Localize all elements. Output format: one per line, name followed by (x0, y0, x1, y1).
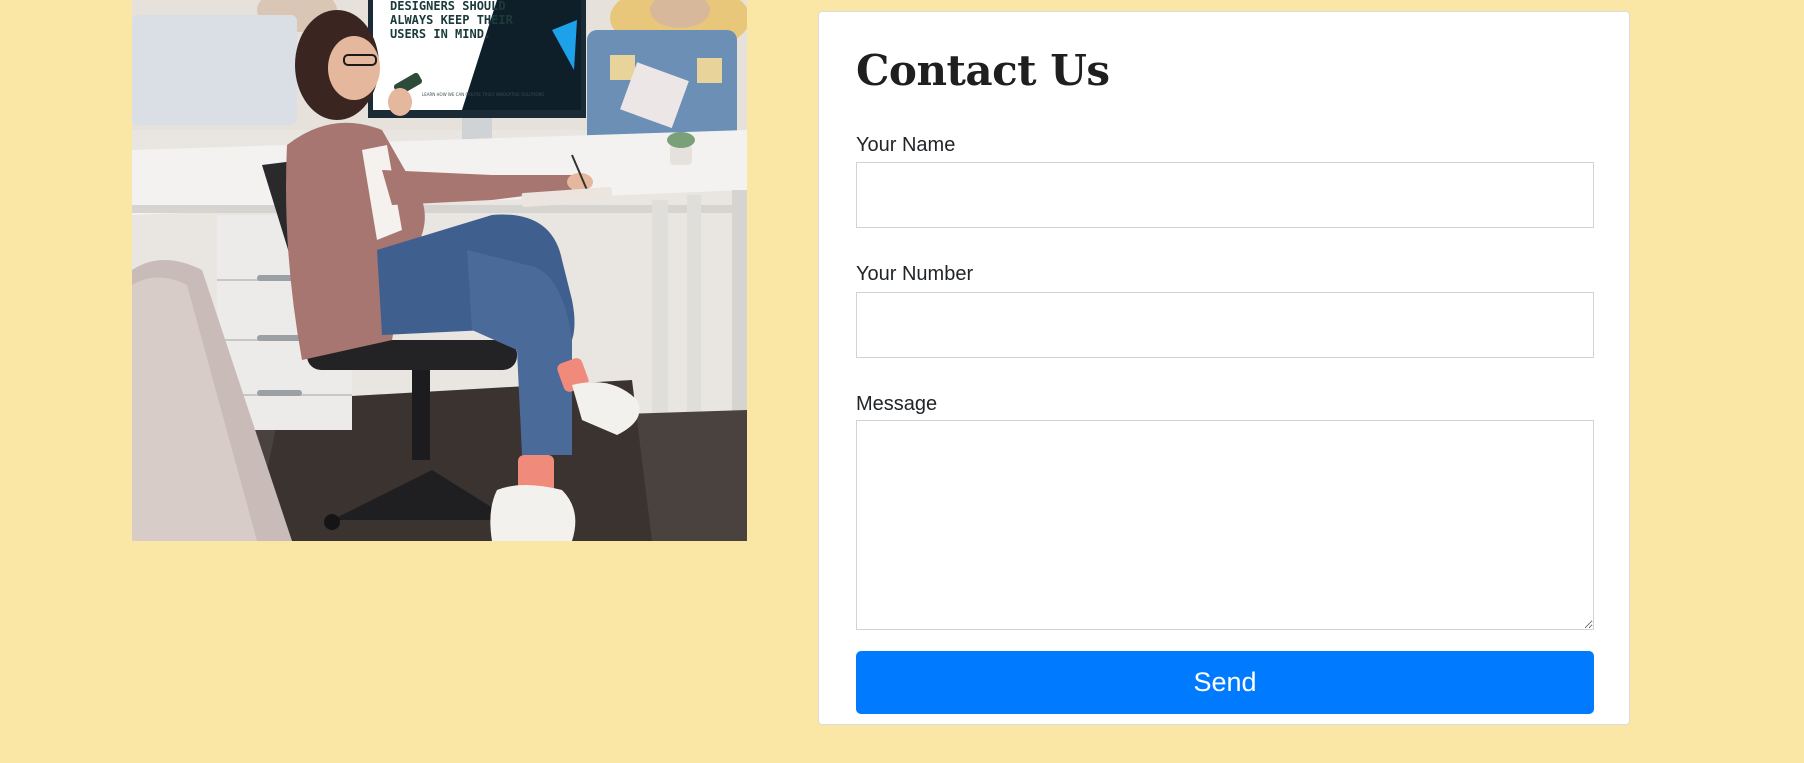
name-field[interactable] (856, 162, 1594, 228)
message-field[interactable] (856, 420, 1594, 630)
number-field[interactable] (856, 292, 1594, 358)
monitor-text-line: DESIGNERS SHOULD (390, 0, 506, 13)
message-label: Message (856, 393, 938, 415)
page-title: Contact Us (856, 46, 1110, 95)
number-label: Your Number (856, 263, 974, 285)
sticky-note (610, 55, 635, 80)
office-photo-illustration: DESIGNERS SHOULD ALWAYS KEEP THEIR USERS… (132, 0, 747, 541)
monitor-text-line: USERS IN MIND. (390, 27, 491, 41)
name-label: Your Name (856, 134, 956, 156)
sticky-note (697, 58, 722, 83)
contact-card: Contact Us Your Name Your Number Message… (818, 11, 1630, 725)
monitor-text-line: ALWAYS KEEP THEIR (390, 13, 514, 27)
office-photo: DESIGNERS SHOULD ALWAYS KEEP THEIR USERS… (132, 0, 747, 541)
send-button[interactable]: Send (856, 651, 1594, 714)
monitor-small-text: LEARN HOW WE CAN CREATE TRULY INNOVATIVE… (422, 92, 545, 97)
